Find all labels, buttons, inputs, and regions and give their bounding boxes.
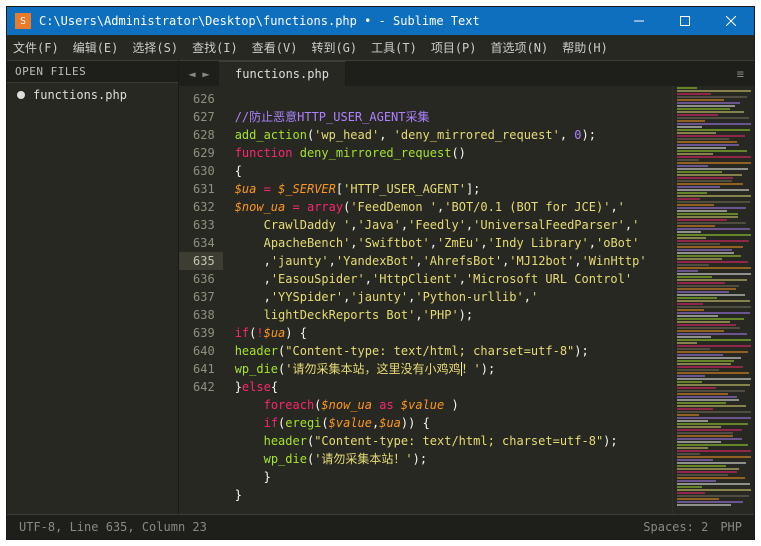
code-line[interactable]: if(eregi($value,$ua)) {	[235, 414, 668, 432]
title-bar: S C:\Users\Administrator\Desktop\functio…	[7, 7, 754, 35]
code-line[interactable]: $now_ua = array('FeedDemon ','BOT/0.1 (B…	[235, 198, 668, 216]
code-line[interactable]: //防止恶意HTTP_USER_AGENT采集	[235, 108, 668, 126]
code-line[interactable]: ApacheBench','Swiftbot','ZmEu','Indy Lib…	[235, 234, 668, 252]
line-number[interactable]: 628	[193, 126, 215, 144]
line-number[interactable]: 633	[193, 216, 215, 234]
maximize-button[interactable]	[662, 7, 708, 35]
code-line[interactable]: }else{	[235, 378, 668, 396]
window-controls	[616, 7, 754, 35]
line-number[interactable]: 637	[193, 288, 215, 306]
menu-item[interactable]: 首选项(N)	[491, 39, 549, 56]
editor-body-row: OPEN FILES functions.php ◄ ► functions.p…	[7, 60, 754, 514]
line-number[interactable]: 629	[193, 144, 215, 162]
code-line[interactable]: $ua = $_SERVER['HTTP_USER_AGENT'];	[235, 180, 668, 198]
code-line[interactable]: ,'YYSpider','jaunty','Python-urllib','	[235, 288, 668, 306]
line-number[interactable]: 636	[193, 270, 215, 288]
code-line[interactable]: header("Content-type: text/html; charset…	[235, 342, 668, 360]
line-number[interactable]: 632	[193, 198, 215, 216]
editor[interactable]: 6266276286296306316326336346356366376386…	[179, 86, 754, 514]
tab-history-arrows: ◄ ►	[179, 65, 219, 83]
status-encoding[interactable]: UTF-8, Line 635, Column 23	[19, 520, 207, 534]
code-area[interactable]: //防止恶意HTTP_USER_AGENT采集add_action('wp_he…	[223, 86, 672, 514]
code-line[interactable]: {	[235, 162, 668, 180]
editor-column: ◄ ► functions.php ≡ 62662762862963063163…	[179, 60, 754, 514]
forward-icon[interactable]: ►	[199, 65, 213, 83]
window-title: C:\Users\Administrator\Desktop\functions…	[39, 14, 616, 28]
code-line[interactable]: wp_die('请勿采集本站，这里没有小鸡鸡！');	[235, 360, 668, 378]
menu-item[interactable]: 选择(S)	[132, 39, 178, 56]
code-line[interactable]: }	[235, 468, 668, 486]
line-number[interactable]: 642	[193, 378, 215, 396]
code-line[interactable]: if(!$ua) {	[235, 324, 668, 342]
code-line[interactable]	[235, 90, 668, 108]
code-line[interactable]: header("Content-type: text/html; charset…	[235, 432, 668, 450]
code-line[interactable]: ,'EasouSpider','HttpClient','Microsoft U…	[235, 270, 668, 288]
line-gutter[interactable]: 6266276286296306316326336346356366376386…	[179, 86, 223, 514]
menu-item[interactable]: 帮助(H)	[562, 39, 608, 56]
menu-bar: 文件(F) 编辑(E) 选择(S) 查找(I) 查看(V) 转到(G) 工具(T) 项目(P)…	[7, 35, 754, 60]
line-number[interactable]: 630	[193, 162, 215, 180]
menu-item[interactable]: 项目(P)	[431, 39, 477, 56]
line-number[interactable]: 639	[193, 324, 215, 342]
back-icon[interactable]: ◄	[185, 65, 199, 83]
code-line[interactable]: foreach($now_ua as $value )	[235, 396, 668, 414]
app-icon: S	[15, 13, 31, 29]
sidebar: OPEN FILES functions.php	[7, 60, 179, 514]
editor-tab[interactable]: functions.php	[219, 61, 346, 87]
code-line[interactable]: add_action('wp_head', 'deny_mirrored_req…	[235, 126, 668, 144]
menu-item[interactable]: 文件(F)	[13, 39, 59, 56]
open-file-item[interactable]: functions.php	[7, 83, 178, 107]
close-button[interactable]	[708, 7, 754, 35]
tab-label: functions.php	[235, 67, 329, 81]
line-number[interactable]: 641	[193, 360, 215, 378]
minimize-button[interactable]	[616, 7, 662, 35]
app-window: S C:\Users\Administrator\Desktop\functio…	[6, 6, 755, 540]
minimap[interactable]	[672, 86, 754, 514]
code-line[interactable]: function deny_mirrored_request()	[235, 144, 668, 162]
code-line[interactable]: lightDeckReports Bot','PHP');	[235, 306, 668, 324]
status-bar: UTF-8, Line 635, Column 23 Spaces: 2 PHP	[7, 514, 754, 539]
open-files-header: OPEN FILES	[7, 60, 178, 83]
code-line[interactable]: CrawlDaddy ','Java','Feedly','UniversalF…	[235, 216, 668, 234]
status-spaces[interactable]: Spaces: 2	[643, 520, 708, 534]
menu-item[interactable]: 转到(G)	[311, 39, 357, 56]
open-file-label: functions.php	[33, 88, 127, 102]
tab-menu-icon[interactable]: ≡	[727, 67, 754, 81]
menu-item[interactable]: 查找(I)	[192, 39, 238, 56]
line-number[interactable]: 634	[193, 234, 215, 252]
line-number[interactable]: 638	[193, 306, 215, 324]
line-number[interactable]: 635	[179, 252, 223, 270]
line-number[interactable]: 631	[193, 180, 215, 198]
line-number[interactable]: 627	[193, 108, 215, 126]
tab-bar: ◄ ► functions.php ≡	[179, 60, 754, 86]
line-number[interactable]: 626	[193, 90, 215, 108]
menu-item[interactable]: 编辑(E)	[73, 39, 119, 56]
status-language[interactable]: PHP	[720, 520, 742, 534]
menu-item[interactable]: 工具(T)	[371, 39, 417, 56]
code-line[interactable]: }	[235, 486, 668, 504]
line-number[interactable]: 640	[193, 342, 215, 360]
menu-item[interactable]: 查看(V)	[252, 39, 298, 56]
code-line[interactable]: wp_die('请勿采集本站！');	[235, 450, 668, 468]
code-line[interactable]: ,'jaunty','YandexBot','AhrefsBot','MJ12b…	[235, 252, 668, 270]
